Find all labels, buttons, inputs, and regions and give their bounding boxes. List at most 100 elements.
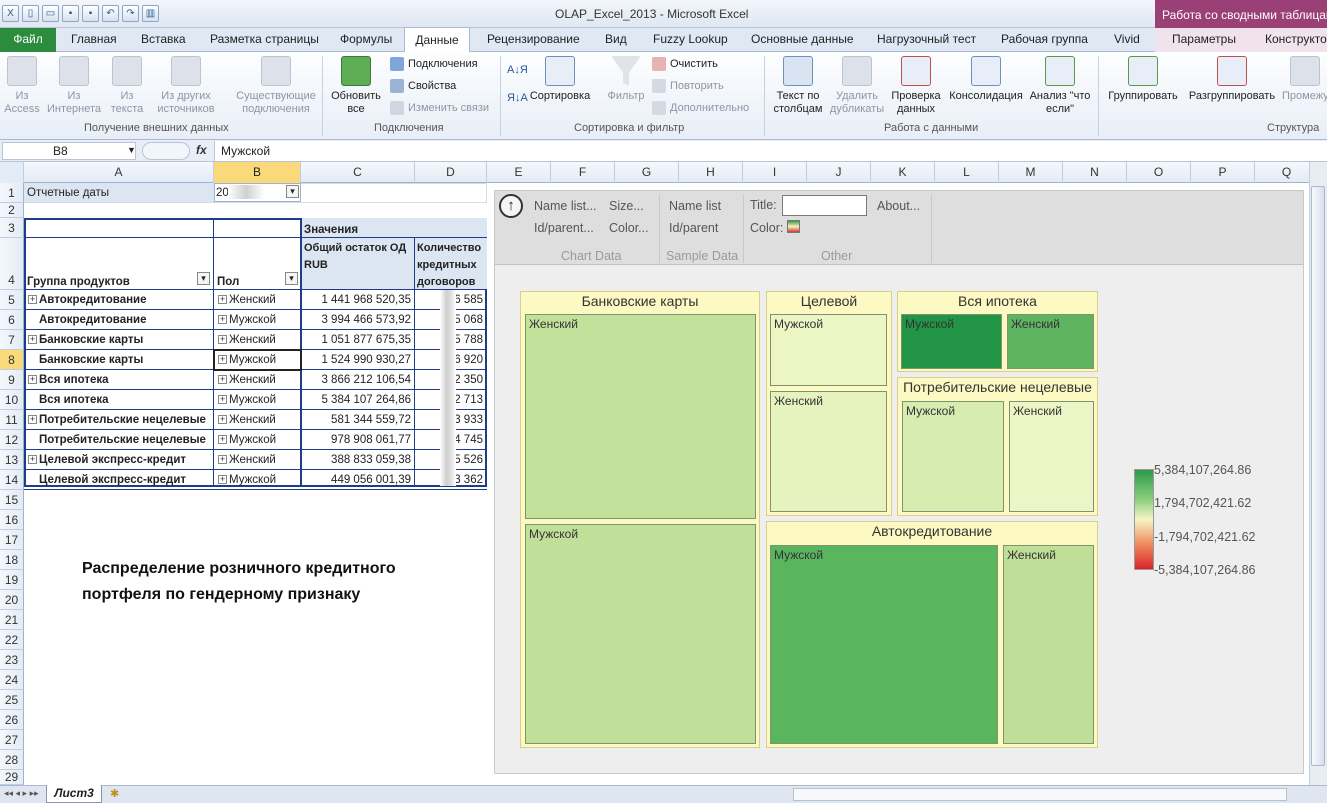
open-icon[interactable]: ▭ bbox=[42, 5, 59, 22]
tab-insert[interactable]: Вставка bbox=[141, 32, 186, 46]
expand-icon[interactable]: + bbox=[218, 455, 227, 464]
expand-icon[interactable]: + bbox=[218, 395, 227, 404]
column-header[interactable]: N bbox=[1063, 162, 1127, 183]
existing-connections-button[interactable]: Существующие подключения bbox=[234, 56, 318, 116]
filter-dropdown-icon[interactable]: ▾ bbox=[197, 272, 210, 285]
undo-icon[interactable]: ↶ bbox=[102, 5, 119, 22]
tab-master-data[interactable]: Основные данные bbox=[751, 32, 854, 46]
subtotal-button[interactable]: Промежуточный итог bbox=[1282, 56, 1327, 103]
row-header[interactable]: 29 bbox=[0, 770, 24, 785]
filter-button[interactable]: Фильтр bbox=[606, 56, 646, 103]
treemap-leaf-mortgage-female[interactable]: Женский bbox=[1007, 314, 1094, 369]
from-access-button[interactable]: Из Access bbox=[4, 56, 40, 116]
excel-icon[interactable]: X bbox=[2, 5, 19, 22]
refresh-all-button[interactable]: Обновить все bbox=[326, 56, 386, 116]
row-header[interactable]: 9 bbox=[0, 370, 24, 390]
row-header[interactable]: 22 bbox=[0, 630, 24, 650]
row-header[interactable]: 25 bbox=[0, 690, 24, 710]
column-header[interactable]: L bbox=[935, 162, 999, 183]
column-header[interactable]: B bbox=[214, 162, 301, 183]
row-header[interactable]: 17 bbox=[0, 530, 24, 550]
tab-home[interactable]: Главная bbox=[71, 32, 117, 46]
tab-fuzzy-lookup[interactable]: Fuzzy Lookup bbox=[653, 32, 728, 46]
chart-icon[interactable]: ▥ bbox=[142, 5, 159, 22]
treemap-leaf-target-female[interactable]: Женский bbox=[770, 391, 887, 512]
select-all-corner[interactable] bbox=[0, 162, 24, 183]
expand-icon[interactable]: + bbox=[28, 335, 37, 344]
horizontal-scrollbar[interactable] bbox=[793, 788, 1287, 801]
row-header[interactable]: 24 bbox=[0, 670, 24, 690]
row-header[interactable]: 19 bbox=[0, 570, 24, 590]
row-header[interactable]: 12 bbox=[0, 430, 24, 450]
tab-data[interactable]: Данные bbox=[404, 27, 470, 53]
column-header[interactable]: H bbox=[679, 162, 743, 183]
expand-icon[interactable]: + bbox=[28, 455, 37, 464]
column-header[interactable]: E bbox=[487, 162, 551, 183]
text-to-columns-button[interactable]: Текст по столбцам bbox=[768, 56, 828, 116]
row-header[interactable]: 5 bbox=[0, 290, 24, 310]
treemap-leaf-cards-female[interactable]: Женский bbox=[525, 314, 756, 519]
row-header[interactable]: 20 bbox=[0, 590, 24, 610]
save-icon[interactable]: ▪ bbox=[62, 5, 79, 22]
remove-duplicates-button[interactable]: Удалить дубликаты bbox=[828, 56, 886, 116]
expand-icon[interactable]: + bbox=[218, 295, 227, 304]
treemap-leaf-consumer-female[interactable]: Женский bbox=[1009, 401, 1094, 512]
name-box[interactable]: B8 bbox=[2, 142, 136, 160]
column-header[interactable]: F bbox=[551, 162, 615, 183]
sort-button[interactable]: Сортировка bbox=[527, 56, 593, 103]
about-button[interactable]: About... bbox=[877, 199, 920, 213]
column-header[interactable]: D bbox=[415, 162, 487, 183]
expand-icon[interactable]: + bbox=[218, 375, 227, 384]
column-header[interactable]: K bbox=[871, 162, 935, 183]
insert-function-button[interactable]: fx bbox=[196, 143, 207, 157]
filter-dropdown-icon[interactable]: ▾ bbox=[285, 272, 298, 285]
clear-filter-button[interactable]: Очистить bbox=[652, 57, 718, 71]
tab-design[interactable]: Конструктор bbox=[1265, 32, 1327, 46]
from-other-sources-button[interactable]: Из других источников bbox=[150, 56, 222, 116]
treemap-leaf-auto-female[interactable]: Женский bbox=[1003, 545, 1094, 744]
tab-load-test[interactable]: Нагрузочный тест bbox=[877, 32, 976, 46]
row-header[interactable]: 8 bbox=[0, 350, 24, 370]
treemap-leaf-target-male[interactable]: Мужской bbox=[770, 314, 887, 386]
column-header[interactable]: M bbox=[999, 162, 1063, 183]
expand-icon[interactable]: + bbox=[218, 415, 227, 424]
expand-icon[interactable]: + bbox=[218, 435, 227, 444]
advanced-filter-button[interactable]: Дополнительно bbox=[652, 101, 749, 115]
row-header[interactable]: 4 bbox=[0, 238, 24, 290]
row-header[interactable]: 6 bbox=[0, 310, 24, 330]
filter-dropdown-icon[interactable]: ▾ bbox=[286, 185, 299, 198]
arrow-up-icon[interactable]: ↑ bbox=[499, 194, 523, 218]
column-header[interactable]: C bbox=[301, 162, 415, 183]
tab-view[interactable]: Вид bbox=[605, 32, 627, 46]
redo-icon[interactable]: ↷ bbox=[122, 5, 139, 22]
tab-review[interactable]: Рецензирование bbox=[487, 32, 580, 46]
expand-icon[interactable]: + bbox=[28, 295, 37, 304]
tab-vivid[interactable]: Vivid bbox=[1114, 32, 1140, 46]
new-icon[interactable]: ▯ bbox=[22, 5, 39, 22]
treemap-leaf-mortgage-male[interactable]: Мужской bbox=[901, 314, 1002, 369]
row-header[interactable]: 15 bbox=[0, 490, 24, 510]
from-web-button[interactable]: Из Интернета bbox=[44, 56, 104, 116]
formula-cancel-enter[interactable] bbox=[142, 142, 190, 160]
ungroup-button[interactable]: Разгруппировать bbox=[1184, 56, 1280, 103]
column-header[interactable]: G bbox=[615, 162, 679, 183]
properties-button[interactable]: Свойства bbox=[390, 79, 456, 93]
row-header[interactable]: 10 bbox=[0, 390, 24, 410]
scrollbar-thumb[interactable] bbox=[1311, 186, 1325, 766]
row-header[interactable]: 26 bbox=[0, 710, 24, 730]
column-header[interactable]: O bbox=[1127, 162, 1191, 183]
name-list-button[interactable]: Name list bbox=[669, 199, 721, 213]
save-as-icon[interactable]: ▪ bbox=[82, 5, 99, 22]
sheet-tab[interactable]: Лист3 bbox=[46, 785, 102, 803]
color-scale-icon[interactable] bbox=[787, 220, 800, 233]
row-header[interactable]: 23 bbox=[0, 650, 24, 670]
name-list-dots-button[interactable]: Name list... bbox=[534, 199, 597, 213]
tab-workgroup[interactable]: Рабочая группа bbox=[1001, 32, 1088, 46]
row-header[interactable]: 3 bbox=[0, 218, 24, 238]
row-header[interactable]: 14 bbox=[0, 470, 24, 490]
expand-icon[interactable]: + bbox=[218, 315, 227, 324]
what-if-button[interactable]: Анализ "что если" bbox=[1028, 56, 1092, 116]
tab-file[interactable]: Файл bbox=[0, 28, 56, 52]
column-header[interactable]: P bbox=[1191, 162, 1255, 183]
row-header[interactable]: 18 bbox=[0, 550, 24, 570]
